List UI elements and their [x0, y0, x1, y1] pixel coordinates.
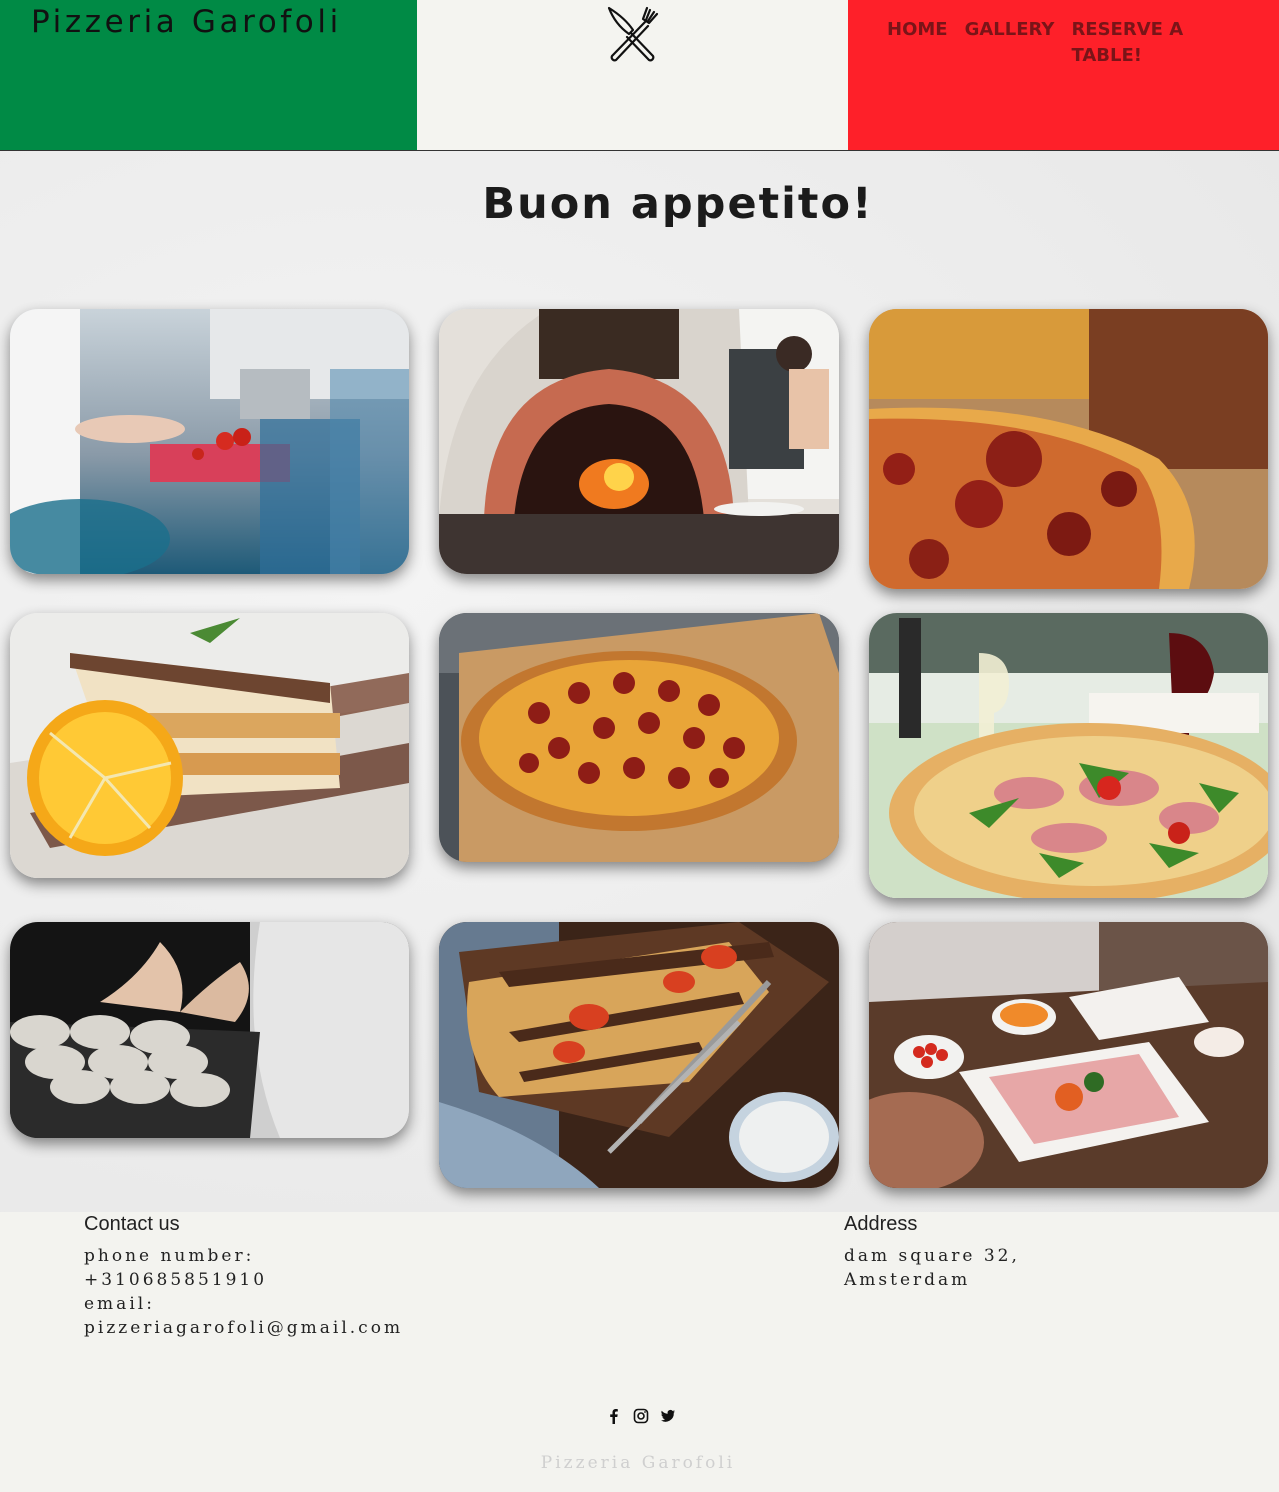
instagram-icon[interactable]: [633, 1408, 649, 1424]
chef-chopping-tomatoes-photo: [10, 309, 409, 574]
phone-label: phone number:: [84, 1246, 255, 1266]
address-heading: Address: [844, 1213, 918, 1235]
header-green-panel: Pizzeria Garofoli: [0, 0, 417, 150]
site-footer: Contact us phone number: +310685851910 e…: [0, 1212, 1279, 1492]
nav-home[interactable]: HOME: [887, 17, 948, 69]
footer-copyright: Pizzeria Garofoli: [540, 1453, 736, 1473]
email-address[interactable]: pizzeriagarofoli@gmail.com: [84, 1316, 403, 1340]
address-line-2: Amsterdam: [844, 1270, 971, 1290]
main-nav: HOME GALLERY RESERVE A TABLE!: [887, 17, 1213, 69]
gallery-section: Buon appetito!: [0, 151, 1279, 1212]
pepperoni-pizza-on-board-photo: [439, 613, 839, 862]
dough-balls-on-tray-photo: [10, 922, 409, 1138]
contact-heading: Contact us: [84, 1213, 180, 1235]
nav-gallery[interactable]: GALLERY: [965, 17, 1055, 69]
site-header: Pizzeria Garofoli HOME GALLERY RESERVE A…: [0, 0, 1279, 151]
focaccia-with-tomatoes-photo: [439, 922, 839, 1188]
nav-reserve-line1: RESERVE A: [1071, 19, 1184, 40]
address-line-1: dam square 32,: [844, 1246, 1020, 1266]
pepperoni-pizza-closeup-photo: [869, 309, 1268, 589]
email-label: email:: [84, 1294, 155, 1314]
prosciutto-arugula-pizza-photo: [869, 613, 1268, 898]
gallery-title: Buon appetito!: [482, 179, 874, 229]
twitter-icon[interactable]: [660, 1408, 676, 1424]
header-red-panel: HOME GALLERY RESERVE A TABLE!: [848, 0, 1279, 150]
brand-name[interactable]: Pizzeria Garofoli: [31, 4, 342, 40]
fork-knife-icon[interactable]: [603, 4, 661, 62]
facebook-icon[interactable]: [606, 1408, 622, 1424]
brick-pizza-oven-photo: [439, 309, 839, 574]
social-links: [606, 1408, 676, 1424]
phone-number[interactable]: +310685851910: [84, 1268, 403, 1292]
contact-details: phone number: +310685851910 email: pizze…: [84, 1244, 403, 1340]
address-details: dam square 32, Amsterdam: [844, 1244, 1020, 1292]
antipasti-platter-photo: [869, 922, 1268, 1188]
nav-reserve-line2: TABLE!: [1071, 45, 1142, 66]
header-white-panel: [417, 0, 848, 150]
nav-reserve-table[interactable]: RESERVE A TABLE!: [1071, 17, 1196, 69]
tiramisu-with-orange-photo: [10, 613, 409, 878]
